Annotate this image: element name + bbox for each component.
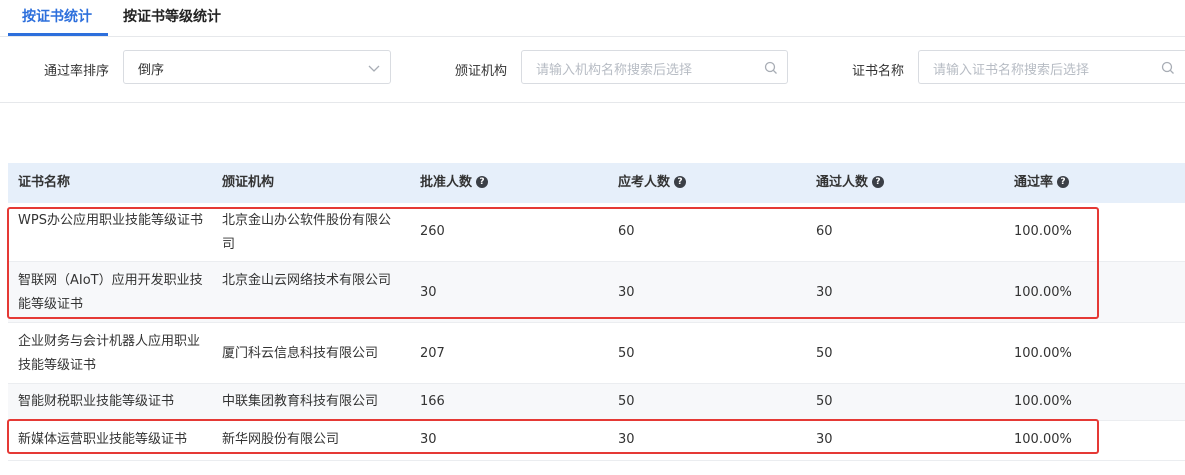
col-header-pass-rate: 通过率? xyxy=(1014,163,1070,203)
cell-examined: 30 xyxy=(618,432,635,447)
table-row[interactable]: 智联网（AIoT）应用开发职业技能等级证书 北京金山云网络技术有限公司 30 3… xyxy=(8,262,1185,323)
cell-org: 中联集团教育科技有限公司 xyxy=(222,394,379,409)
col-header-cert-name: 证书名称 xyxy=(18,175,71,190)
table-header: 证书名称 颁证机构 批准人数? 应考人数? 通过人数? 通过率? xyxy=(8,163,1185,203)
cell-examined: 60 xyxy=(618,224,635,239)
tab-by-certificate-level[interactable]: 按证书等级统计 xyxy=(123,0,221,36)
chevron-down-icon xyxy=(368,65,380,72)
cell-pass-rate: 100.00% xyxy=(1014,285,1072,300)
cert-search-input[interactable]: 请输入证书名称搜索后选择 xyxy=(918,50,1185,84)
cell-org: 厦门科云信息科技有限公司 xyxy=(222,346,379,361)
col-header-org: 颁证机构 xyxy=(222,175,275,190)
search-icon[interactable] xyxy=(1160,60,1176,76)
table-row[interactable]: 企业财务与会计机器人应用职业技能等级证书 厦门科云信息科技有限公司 207 50… xyxy=(8,323,1185,384)
cell-pass-rate: 100.00% xyxy=(1014,432,1072,447)
cell-passed: 50 xyxy=(816,394,833,409)
sort-label: 通过率排序 xyxy=(44,64,110,79)
cell-org: 北京金山办公软件股份有限公司 xyxy=(222,213,392,252)
col-header-passed: 通过人数? xyxy=(816,163,885,203)
help-icon[interactable]: ? xyxy=(872,175,885,188)
cell-pass-rate: 100.00% xyxy=(1014,224,1072,239)
sort-select-value: 倒序 xyxy=(138,63,165,78)
cert-label: 证书名称 xyxy=(852,64,905,79)
cert-search-placeholder: 请输入证书名称搜索后选择 xyxy=(933,63,1090,78)
cell-org: 北京金山云网络技术有限公司 xyxy=(222,273,392,288)
cell-cert-name: 智能财税职业技能等级证书 xyxy=(18,394,175,409)
cell-approved: 207 xyxy=(420,346,445,361)
cell-pass-rate: 100.00% xyxy=(1014,394,1072,409)
cell-cert-name: WPS办公应用职业技能等级证书 xyxy=(18,213,203,228)
cell-passed: 30 xyxy=(816,285,833,300)
cell-cert-name: 企业财务与会计机器人应用职业技能等级证书 xyxy=(18,334,201,373)
cell-approved: 30 xyxy=(420,432,437,447)
org-search-placeholder: 请输入机构名称搜索后选择 xyxy=(536,63,693,78)
cell-examined: 30 xyxy=(618,285,635,300)
help-icon[interactable]: ? xyxy=(1057,175,1070,188)
cell-examined: 50 xyxy=(618,394,635,409)
table-row[interactable]: 新媒体运营职业技能等级证书 新华网股份有限公司 30 30 30 100.00% xyxy=(8,421,1185,461)
tab-by-certificate[interactable]: 按证书统计 xyxy=(22,0,92,36)
cell-passed: 30 xyxy=(816,432,833,447)
cell-approved: 30 xyxy=(420,285,437,300)
help-icon[interactable]: ? xyxy=(674,175,687,188)
cell-passed: 50 xyxy=(816,346,833,361)
table-row[interactable]: WPS办公应用职业技能等级证书 北京金山办公软件股份有限公司 260 60 60… xyxy=(8,203,1185,262)
help-icon[interactable]: ? xyxy=(476,175,489,188)
cell-org: 新华网股份有限公司 xyxy=(222,432,340,447)
org-label: 颁证机构 xyxy=(455,64,508,79)
col-header-approved: 批准人数? xyxy=(420,163,489,203)
cell-pass-rate: 100.00% xyxy=(1014,346,1072,361)
org-search-input[interactable]: 请输入机构名称搜索后选择 xyxy=(521,50,788,84)
filter-bar: 通过率排序 倒序 颁证机构 请输入机构名称搜索后选择 证书名称 请输入证书名称搜… xyxy=(0,36,1185,103)
cell-approved: 260 xyxy=(420,224,445,239)
cell-approved: 166 xyxy=(420,394,445,409)
table-row[interactable]: 智能财税职业技能等级证书 中联集团教育科技有限公司 166 50 50 100.… xyxy=(8,384,1185,421)
col-header-examined: 应考人数? xyxy=(618,163,687,203)
cell-passed: 60 xyxy=(816,224,833,239)
tab-bar: 按证书统计 按证书等级统计 xyxy=(0,0,1185,37)
cell-cert-name: 新媒体运营职业技能等级证书 xyxy=(18,432,188,447)
sort-select[interactable]: 倒序 xyxy=(123,50,391,84)
cell-examined: 50 xyxy=(618,346,635,361)
cell-cert-name: 智联网（AIoT）应用开发职业技能等级证书 xyxy=(18,273,203,312)
search-icon[interactable] xyxy=(763,60,779,76)
